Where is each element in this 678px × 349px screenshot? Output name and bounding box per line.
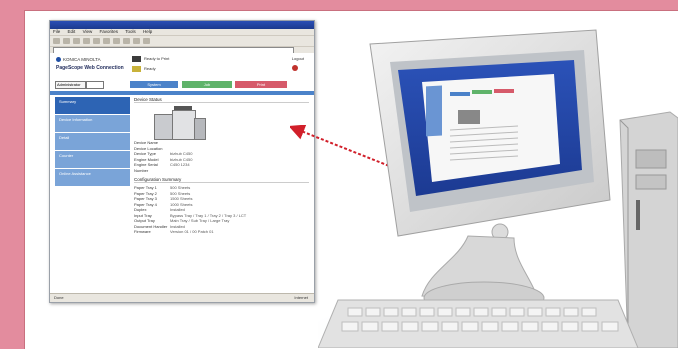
sidebar-item-counter[interactable]: Counter <box>55 151 130 169</box>
menu-item[interactable]: Help <box>143 29 152 34</box>
info-row: Firmware Version 01 / 00 Patch 01 <box>134 229 309 235</box>
info-key: Engine Serial Number <box>134 162 158 173</box>
sidebar-item-summary[interactable]: Summary <box>55 97 130 115</box>
refresh-icon[interactable] <box>83 38 90 44</box>
mode-select[interactable]: Administrator <box>55 81 86 89</box>
sidebar: Summary Device Information Detail Counte… <box>55 97 130 187</box>
tab-row: Administrator System Job Print <box>50 79 314 89</box>
scanner-status-icon <box>132 66 141 72</box>
history-icon[interactable] <box>123 38 130 44</box>
alert-icon <box>292 65 298 71</box>
print-icon[interactable] <box>143 38 150 44</box>
status-text: Done <box>54 295 64 300</box>
config-list: Paper Tray 1 500 Sheets Paper Tray 2 500 Sh… <box>134 185 309 235</box>
zone-text: Internet <box>294 295 308 300</box>
info-value: Version 01 / 00 Patch 01 <box>170 229 214 234</box>
logout-link[interactable]: Logout <box>292 56 304 61</box>
info-value: C450 1234 <box>170 162 190 167</box>
menu-item[interactable]: Favorites <box>100 29 119 34</box>
stop-icon[interactable] <box>73 38 80 44</box>
sidebar-item-device-information[interactable]: Device Information <box>55 115 130 133</box>
sidebar-item-online-assistance[interactable]: Online Assistance <box>55 169 130 187</box>
page-header: KONICA MINOLTA PageScope Web Connection … <box>50 53 314 79</box>
menu-item[interactable]: View <box>83 29 93 34</box>
sidebar-item-detail[interactable]: Detail <box>55 133 130 151</box>
tab-underline <box>50 91 314 95</box>
product-name: PageScope Web Connection <box>56 65 124 71</box>
info-row: Engine Serial Number C450 1234 <box>134 162 309 173</box>
menu-item[interactable]: Tools <box>125 29 136 34</box>
search-icon[interactable] <box>103 38 110 44</box>
browser-titlebar <box>50 21 314 29</box>
computer-illustration <box>318 29 678 348</box>
tab-job[interactable]: Job <box>182 81 232 88</box>
menu-item[interactable]: File <box>53 29 60 34</box>
web-page: KONICA MINOLTA PageScope Web Connection … <box>50 53 314 293</box>
menu-item[interactable]: Edit <box>68 29 76 34</box>
forward-icon[interactable] <box>63 38 70 44</box>
mail-icon[interactable] <box>133 38 140 44</box>
section-title: Device Status <box>134 97 309 103</box>
favorites-icon[interactable] <box>113 38 120 44</box>
device-info-list: Device Name Device Location Device Type biz… <box>134 140 309 173</box>
page-frame: File Edit View Favorites Tools Help KONI… <box>0 0 678 349</box>
section-title: Configuration Summary <box>134 177 309 183</box>
brand-logo: KONICA MINOLTA <box>56 57 101 63</box>
tab-print[interactable]: Print <box>235 81 287 88</box>
back-icon[interactable] <box>53 38 60 44</box>
device-status-label: Ready to Print <box>144 56 170 61</box>
device-status-icons <box>132 56 141 76</box>
tab-system[interactable]: System <box>130 81 178 88</box>
info-key: Firmware <box>134 229 151 234</box>
mode-input[interactable] <box>86 81 104 89</box>
browser-screenshot: File Edit View Favorites Tools Help KONI… <box>49 20 315 303</box>
copier-image <box>154 106 206 140</box>
home-icon[interactable] <box>93 38 100 44</box>
brand-name: KONICA MINOLTA <box>63 57 101 62</box>
browser-toolbar <box>50 35 314 46</box>
browser-statusbar: Done Internet <box>50 293 314 302</box>
brand-icon <box>56 57 61 63</box>
printer-status-icon <box>132 56 141 62</box>
device-status-label: Ready <box>144 66 156 71</box>
main-content: Device Status Device Name Device Location… <box>134 97 309 235</box>
